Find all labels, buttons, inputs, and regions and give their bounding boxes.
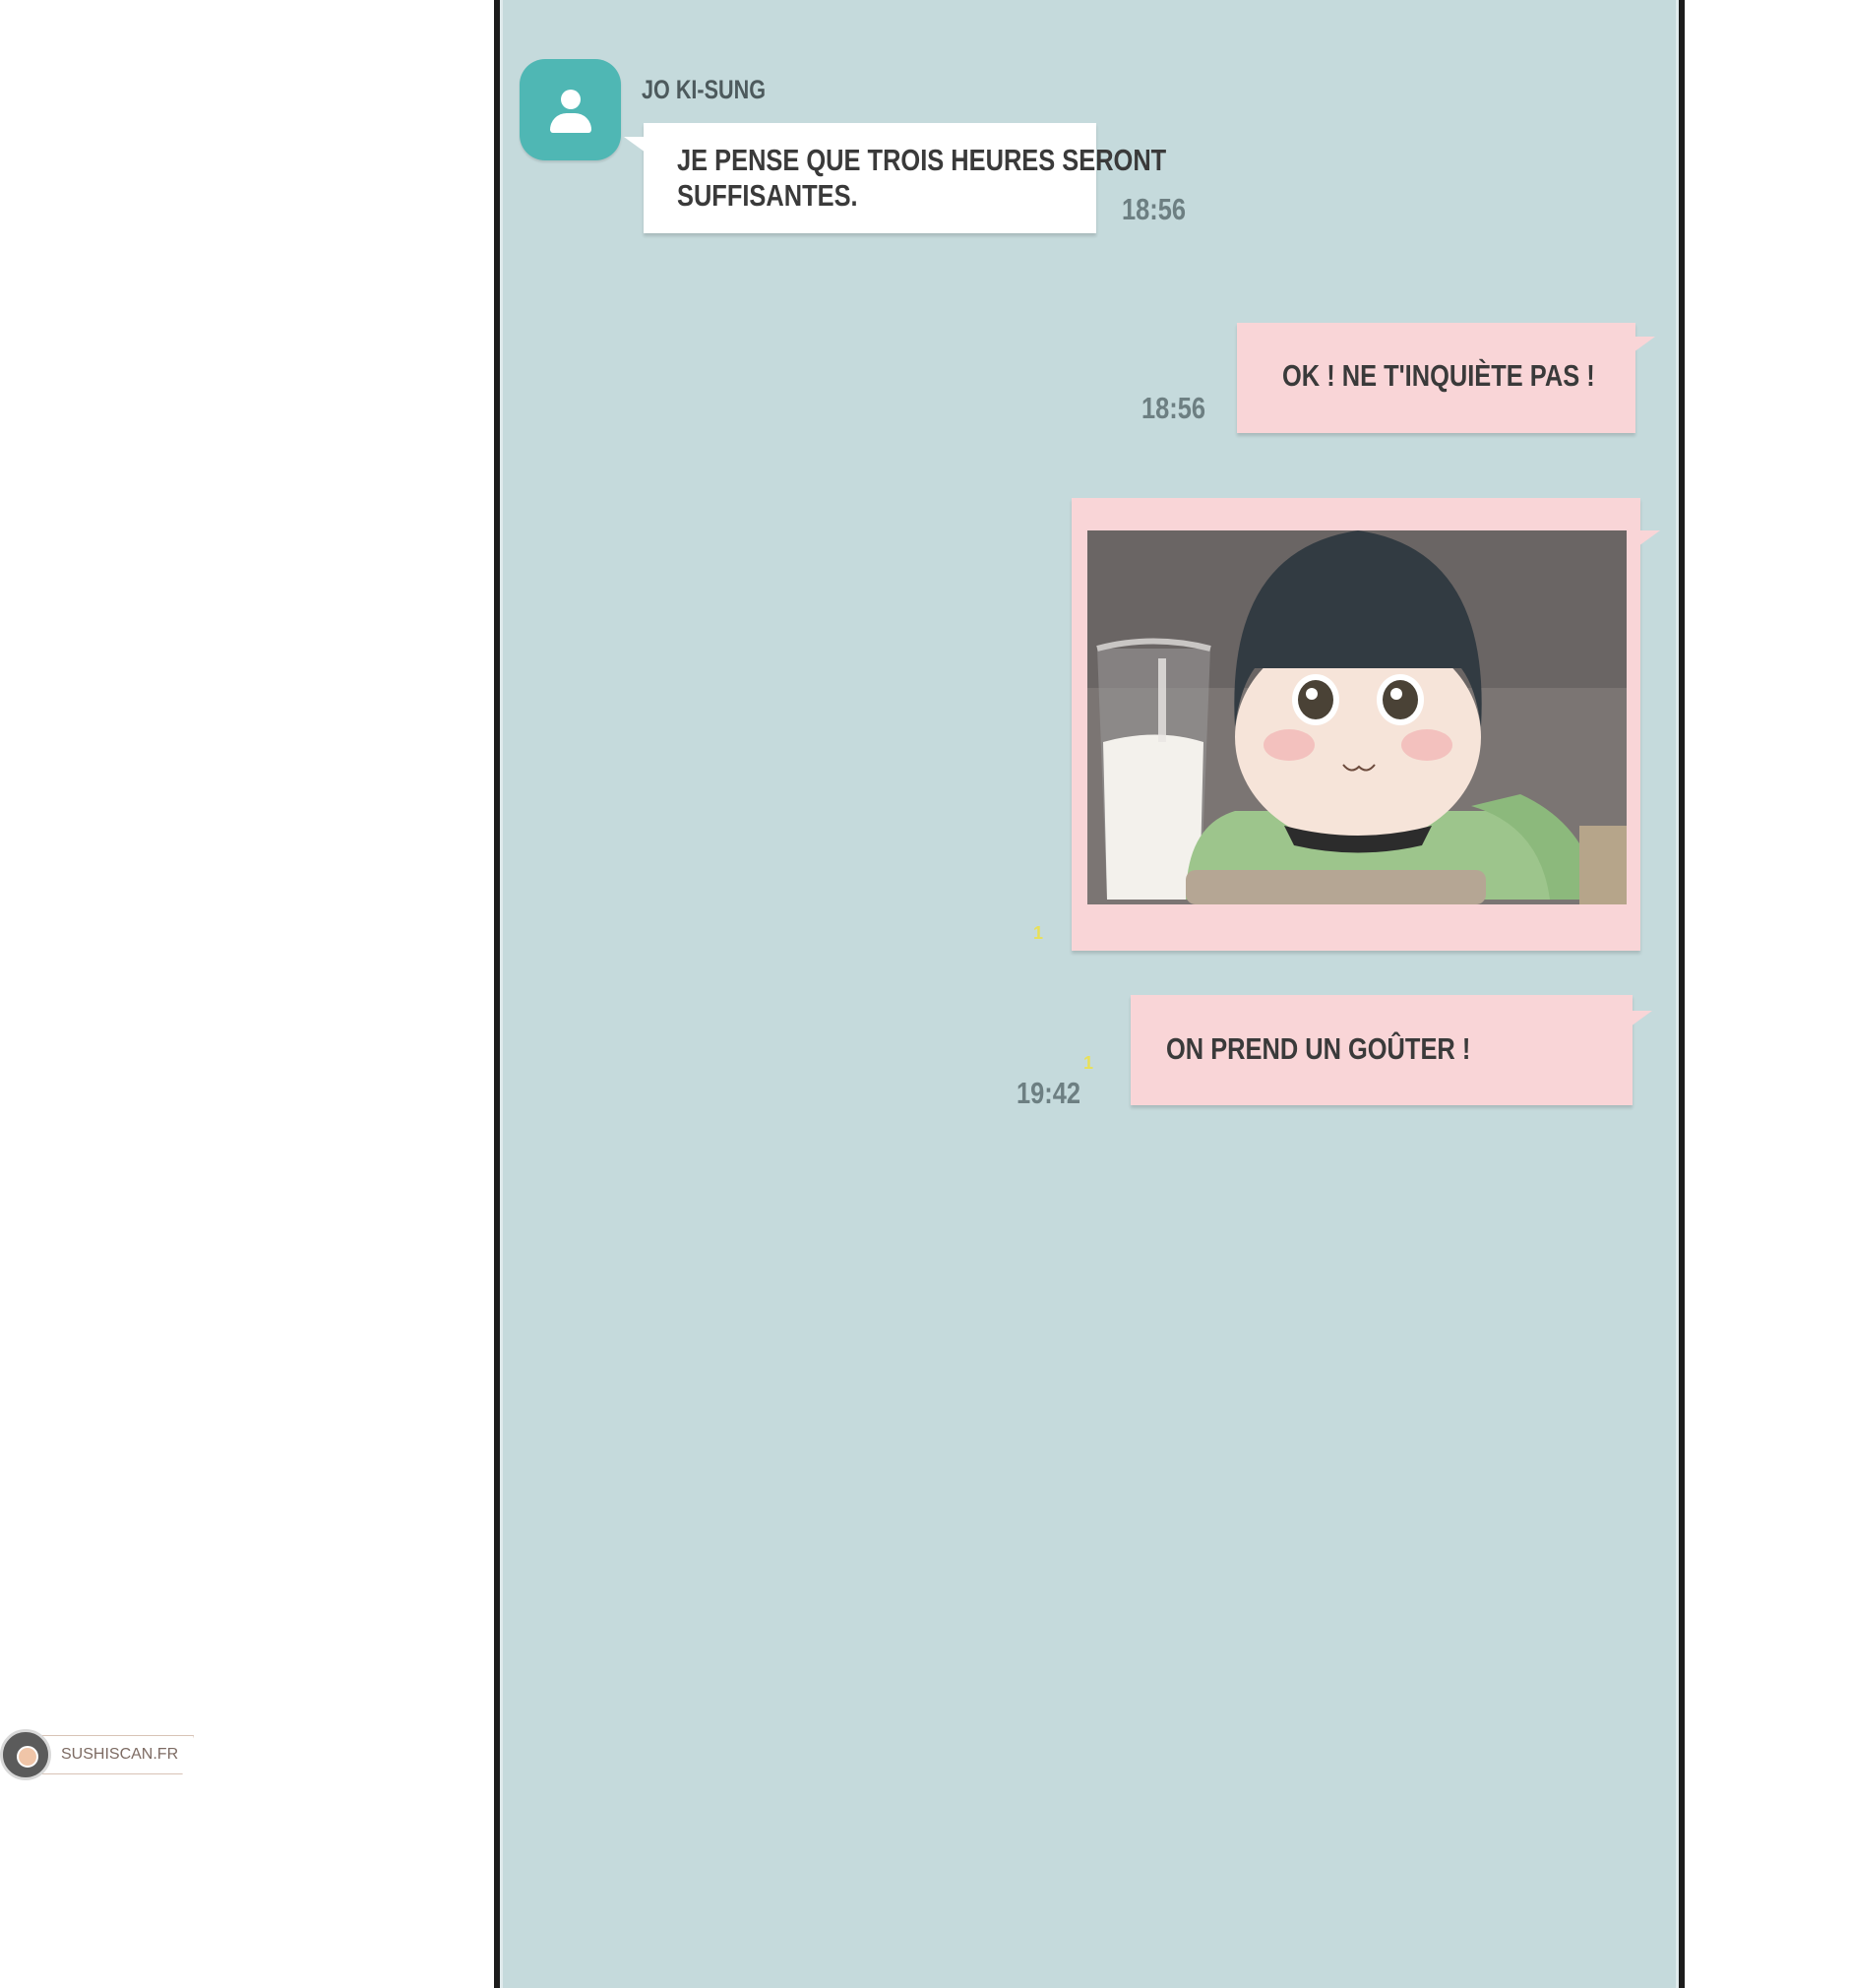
child-with-milk-glass-illustration <box>1087 530 1627 904</box>
chat-screen <box>494 0 1685 1988</box>
contact-name: JO KI-SUNG <box>642 75 767 104</box>
message-time: 18:56 <box>1141 391 1206 425</box>
person-icon <box>561 90 581 109</box>
message-bubble-image[interactable] <box>1072 498 1660 951</box>
read-marker: 1 <box>1083 1053 1094 1073</box>
read-marker: 1 <box>1033 923 1044 943</box>
message-time: 19:42 <box>1017 1076 1081 1110</box>
watermark-logo-icon <box>0 1729 51 1780</box>
screen-edge-right <box>1676 0 1679 1988</box>
message-bubble-outgoing[interactable]: OK ! NE T'INQUIÈTE PAS ! <box>1237 323 1655 433</box>
watermark: SUSHISCAN.FR <box>0 1727 197 1782</box>
message-bubble-outgoing[interactable]: ON PREND UN GOÛTER ! <box>1131 995 1652 1105</box>
screen-edge-left <box>500 0 503 1988</box>
message-bubble-incoming[interactable]: JE PENSE QUE TROIS HEURES SERONT SUFFISA… <box>624 123 1167 233</box>
contact-avatar[interactable] <box>520 59 621 160</box>
message-text: JE PENSE QUE TROIS HEURES SERONT <box>677 143 1167 177</box>
message-text: OK ! NE T'INQUIÈTE PAS ! <box>1282 358 1595 393</box>
message-text: ON PREND UN GOÛTER ! <box>1166 1031 1471 1066</box>
message-text: SUFFISANTES. <box>677 178 858 213</box>
shared-photo[interactable] <box>1087 530 1627 904</box>
message-time: 18:56 <box>1122 192 1187 226</box>
watermark-text: SUSHISCAN.FR <box>61 1746 179 1763</box>
